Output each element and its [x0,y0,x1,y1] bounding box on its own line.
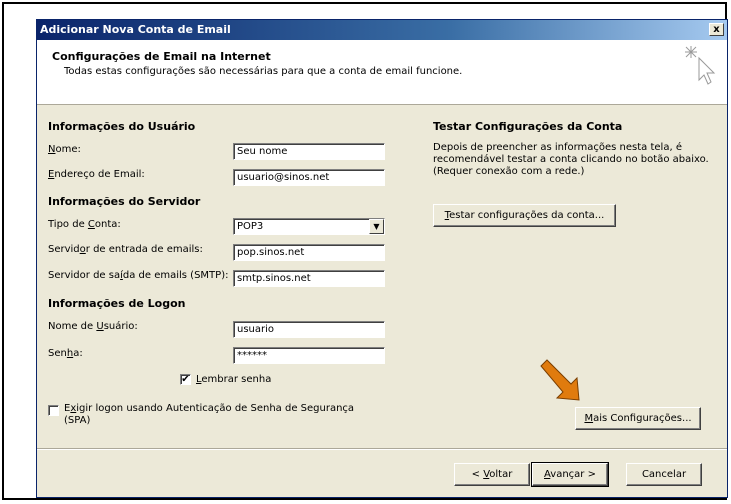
incoming-server-input[interactable]: pop.sinos.net [233,244,385,261]
user-info-heading: Informações do Usuário [48,120,196,133]
account-type-value: POP3 [237,221,264,232]
name-label: Nome: [48,144,81,155]
password-label: Senha: [48,348,83,359]
remember-password-checkbox[interactable]: ✔ [180,374,191,385]
more-settings-button[interactable]: Mais Configurações... [575,407,701,430]
next-button[interactable]: Avançar > [531,462,609,487]
close-button[interactable]: x [709,23,724,36]
cancel-button[interactable]: Cancelar [626,463,702,486]
incoming-server-label: Servidor de entrada de emails: [48,244,203,255]
add-account-dialog: Adicionar Nova Conta de Email x Configur… [36,19,728,498]
orange-arrow-icon [540,359,580,401]
cursor-sparkle-icon [685,46,716,85]
logon-info-heading: Informações de Logon [48,297,186,310]
server-info-heading: Informações do Servidor [48,195,201,208]
spa-checkbox[interactable] [48,405,59,416]
password-input[interactable]: ****** [233,347,385,364]
test-settings-heading: Testar Configurações da Conta [433,120,623,133]
test-account-button[interactable]: Testar configurações da conta... [433,204,616,227]
test-settings-description: Depois de preencher as informações nesta… [433,142,709,177]
footer-separator [37,448,727,450]
close-icon: x [713,24,720,35]
remember-password-label[interactable]: Lembrar senha [196,374,271,385]
chevron-down-icon[interactable]: ▼ [369,219,384,234]
email-label: Endereço de Email: [48,169,145,180]
username-input[interactable]: usuario [233,321,385,338]
wizard-header: Configurações de Email na Internet Todas… [37,40,727,105]
username-label: Nome de Usuário: [48,321,138,332]
email-input[interactable]: usuario@sinos.net [233,169,385,186]
header-title: Configurações de Email na Internet [52,50,271,63]
name-input[interactable]: Seu nome [233,143,385,160]
spa-label[interactable]: Exigir logon usando Autenticação de Senh… [64,403,354,427]
account-type-select[interactable]: POP3 ▼ [233,218,385,235]
window-title: Adicionar Nova Conta de Email [40,23,231,36]
title-bar: Adicionar Nova Conta de Email x [37,20,727,40]
outgoing-server-input[interactable]: smtp.sinos.net [233,270,385,287]
back-button[interactable]: < Voltar [454,463,530,486]
outgoing-server-label: Servidor de saída de emails (SMTP): [48,270,229,281]
account-type-label: Tipo de Conta: [48,219,121,230]
header-subtitle: Todas estas configurações são necessária… [64,66,463,77]
